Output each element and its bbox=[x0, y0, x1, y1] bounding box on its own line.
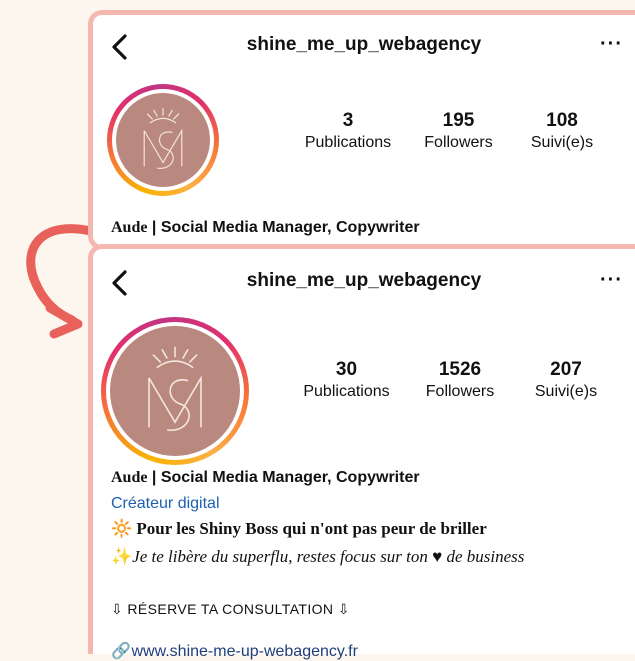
more-horizontal-icon[interactable]: ··· bbox=[600, 269, 623, 292]
profile-header: shine_me_up_webagency ··· bbox=[93, 27, 635, 67]
sun-icon: 🔆 bbox=[111, 519, 133, 538]
more-horizontal-icon[interactable]: ··· bbox=[600, 33, 623, 56]
profile-card-after: shine_me_up_webagency ··· 30 Publication… bbox=[88, 244, 635, 660]
stat-following[interactable]: 207 Suivi(e)s bbox=[521, 359, 611, 403]
sparkles-icon: ✨ bbox=[111, 547, 133, 566]
bio-line-2: ✨Je te libère du superflu, restes focus … bbox=[111, 547, 525, 566]
bio-link[interactable]: 🔗 www.shine-me-up-webagency.fr bbox=[111, 641, 358, 661]
link-icon: 🔗 bbox=[111, 643, 131, 660]
stat-followers[interactable]: 1526 Followers bbox=[411, 359, 509, 403]
stat-following[interactable]: 108 Suivi(e)s bbox=[517, 110, 607, 154]
stat-followers[interactable]: 195 Followers bbox=[411, 110, 506, 154]
bio-cta: ⇩ RÉSERVE TA CONSULTATION ⇩ bbox=[111, 601, 350, 617]
bio-line-1: 🔆 Pour les Shiny Boss qui n'ont pas peur… bbox=[111, 519, 487, 538]
bio-name: Aude | Social Media Manager, Copywriter bbox=[111, 469, 420, 486]
bio-category: Créateur digital bbox=[111, 495, 220, 512]
logo-monogram-icon bbox=[148, 346, 202, 431]
stat-publications[interactable]: 30 Publications bbox=[289, 359, 404, 403]
profile-header: shine_me_up_webagency ··· bbox=[93, 263, 635, 303]
username: shine_me_up_webagency bbox=[246, 270, 482, 291]
username: shine_me_up_webagency bbox=[246, 34, 482, 55]
bio-name: Aude | Social Media Manager, Copywriter bbox=[111, 219, 420, 236]
logo-monogram-icon bbox=[143, 108, 183, 169]
avatar[interactable] bbox=[107, 84, 219, 196]
profile-card-before: shine_me_up_webagency ··· 3 Publications… bbox=[88, 10, 635, 250]
avatar[interactable] bbox=[101, 317, 249, 465]
stat-publications[interactable]: 3 Publications bbox=[293, 110, 403, 154]
